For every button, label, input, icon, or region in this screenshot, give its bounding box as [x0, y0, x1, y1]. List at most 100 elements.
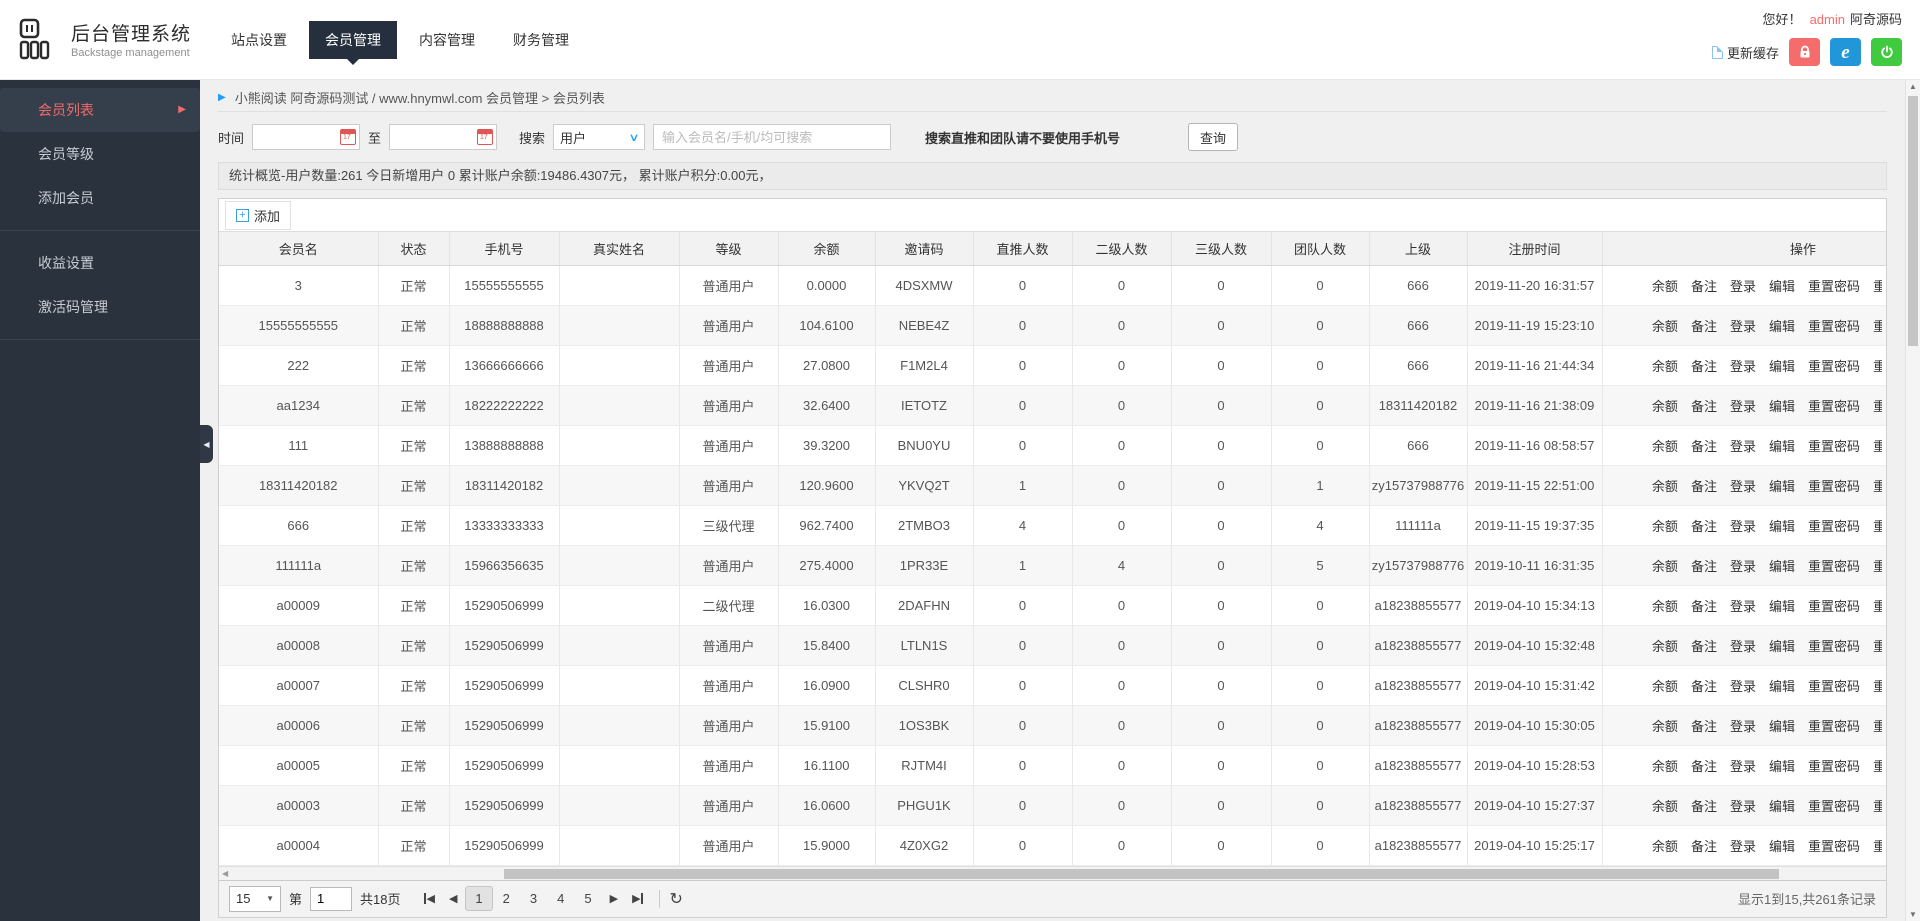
action-edit[interactable]: 编辑	[1769, 759, 1795, 774]
action-balance[interactable]: 余额	[1652, 639, 1678, 654]
page-button-5[interactable]: 5	[574, 886, 601, 911]
action-remark[interactable]: 备注	[1691, 479, 1717, 494]
action-edit[interactable]: 编辑	[1769, 319, 1795, 334]
action-reset-password[interactable]: 重置密码	[1808, 799, 1860, 814]
scroll-left-icon[interactable]: ◀	[222, 869, 228, 878]
action-balance[interactable]: 余额	[1652, 679, 1678, 694]
action-reset-password[interactable]: 重置密码	[1808, 439, 1860, 454]
nav-tab-1[interactable]: 会员管理	[309, 21, 397, 59]
action-edit[interactable]: 编辑	[1769, 399, 1795, 414]
prev-page-button[interactable]: ◀	[443, 888, 463, 909]
action-clipped[interactable]: 重	[1873, 356, 1882, 375]
action-clipped[interactable]: 重	[1873, 516, 1882, 535]
action-reset-password[interactable]: 重置密码	[1808, 839, 1860, 854]
next-page-button[interactable]: ▶	[604, 888, 624, 909]
query-button[interactable]: 查询	[1188, 123, 1238, 151]
last-page-button[interactable]: ▶	[626, 888, 648, 909]
search-input[interactable]	[653, 124, 891, 150]
action-remark[interactable]: 备注	[1691, 439, 1717, 454]
action-balance[interactable]: 余额	[1652, 839, 1678, 854]
action-clipped[interactable]: 重	[1873, 756, 1882, 775]
browser-button[interactable]: e	[1830, 38, 1861, 66]
calendar-icon[interactable]	[340, 129, 356, 145]
action-balance[interactable]: 余额	[1652, 279, 1678, 294]
action-login[interactable]: 登录	[1730, 439, 1756, 454]
action-remark[interactable]: 备注	[1691, 559, 1717, 574]
action-balance[interactable]: 余额	[1652, 319, 1678, 334]
add-button[interactable]: + 添加	[225, 201, 291, 230]
action-login[interactable]: 登录	[1730, 679, 1756, 694]
action-edit[interactable]: 编辑	[1769, 439, 1795, 454]
action-edit[interactable]: 编辑	[1769, 799, 1795, 814]
action-clipped[interactable]: 重	[1873, 316, 1882, 335]
action-clipped[interactable]: 重	[1873, 636, 1882, 655]
horizontal-scrollbar-thumb[interactable]	[504, 869, 1779, 879]
action-balance[interactable]: 余额	[1652, 599, 1678, 614]
action-remark[interactable]: 备注	[1691, 519, 1717, 534]
action-reset-password[interactable]: 重置密码	[1808, 599, 1860, 614]
action-balance[interactable]: 余额	[1652, 759, 1678, 774]
action-login[interactable]: 登录	[1730, 479, 1756, 494]
action-clipped[interactable]: 重	[1873, 796, 1882, 815]
action-clipped[interactable]: 重	[1873, 436, 1882, 455]
nav-tab-0[interactable]: 站点设置	[215, 21, 303, 59]
action-remark[interactable]: 备注	[1691, 679, 1717, 694]
date-from-input[interactable]	[252, 124, 360, 150]
sidebar-collapse-handle[interactable]: ◀	[200, 425, 213, 463]
lock-button[interactable]	[1789, 38, 1820, 66]
action-login[interactable]: 登录	[1730, 839, 1756, 854]
action-clipped[interactable]: 重	[1873, 276, 1882, 295]
action-reset-password[interactable]: 重置密码	[1808, 359, 1860, 374]
page-button-1[interactable]: 1	[465, 886, 492, 911]
action-edit[interactable]: 编辑	[1769, 639, 1795, 654]
action-remark[interactable]: 备注	[1691, 759, 1717, 774]
action-login[interactable]: 登录	[1730, 559, 1756, 574]
scroll-up-icon[interactable]: ▲	[1906, 82, 1920, 91]
action-remark[interactable]: 备注	[1691, 639, 1717, 654]
action-edit[interactable]: 编辑	[1769, 679, 1795, 694]
action-balance[interactable]: 余额	[1652, 439, 1678, 454]
action-clipped[interactable]: 重	[1873, 676, 1882, 695]
action-edit[interactable]: 编辑	[1769, 519, 1795, 534]
page-size-select[interactable]: 15 ▼	[229, 886, 281, 912]
refresh-icon[interactable]: ↻	[670, 889, 683, 909]
action-balance[interactable]: 余额	[1652, 519, 1678, 534]
sidebar-item-0-1[interactable]: 会员等级	[0, 132, 200, 176]
nav-tab-3[interactable]: 财务管理	[497, 21, 585, 59]
action-clipped[interactable]: 重	[1873, 716, 1882, 735]
action-remark[interactable]: 备注	[1691, 799, 1717, 814]
action-remark[interactable]: 备注	[1691, 319, 1717, 334]
update-cache-button[interactable]: 更新缓存	[1712, 43, 1779, 62]
action-edit[interactable]: 编辑	[1769, 599, 1795, 614]
sidebar-item-1-0[interactable]: 收益设置	[0, 241, 200, 285]
action-clipped[interactable]: 重	[1873, 476, 1882, 495]
action-remark[interactable]: 备注	[1691, 599, 1717, 614]
action-reset-password[interactable]: 重置密码	[1808, 559, 1860, 574]
action-remark[interactable]: 备注	[1691, 279, 1717, 294]
action-login[interactable]: 登录	[1730, 399, 1756, 414]
logout-button[interactable]	[1871, 38, 1902, 66]
search-type-select[interactable]: 用户 ∨	[553, 124, 645, 150]
sidebar-item-0-2[interactable]: 添加会员	[0, 176, 200, 220]
action-clipped[interactable]: 重	[1873, 836, 1882, 855]
action-reset-password[interactable]: 重置密码	[1808, 399, 1860, 414]
nav-tab-2[interactable]: 内容管理	[403, 21, 491, 59]
sidebar-item-0-0[interactable]: 会员列表▶	[0, 88, 200, 132]
page-button-4[interactable]: 4	[547, 886, 574, 911]
date-to-input[interactable]	[389, 124, 497, 150]
action-balance[interactable]: 余额	[1652, 559, 1678, 574]
action-balance[interactable]: 余额	[1652, 359, 1678, 374]
calendar-icon[interactable]	[477, 129, 493, 145]
action-login[interactable]: 登录	[1730, 799, 1756, 814]
action-clipped[interactable]: 重	[1873, 396, 1882, 415]
action-login[interactable]: 登录	[1730, 759, 1756, 774]
action-edit[interactable]: 编辑	[1769, 279, 1795, 294]
vertical-scrollbar[interactable]: ▲ ▼	[1905, 80, 1920, 921]
action-login[interactable]: 登录	[1730, 719, 1756, 734]
action-reset-password[interactable]: 重置密码	[1808, 639, 1860, 654]
action-edit[interactable]: 编辑	[1769, 719, 1795, 734]
page-button-2[interactable]: 2	[493, 886, 520, 911]
action-reset-password[interactable]: 重置密码	[1808, 679, 1860, 694]
action-login[interactable]: 登录	[1730, 519, 1756, 534]
action-edit[interactable]: 编辑	[1769, 479, 1795, 494]
